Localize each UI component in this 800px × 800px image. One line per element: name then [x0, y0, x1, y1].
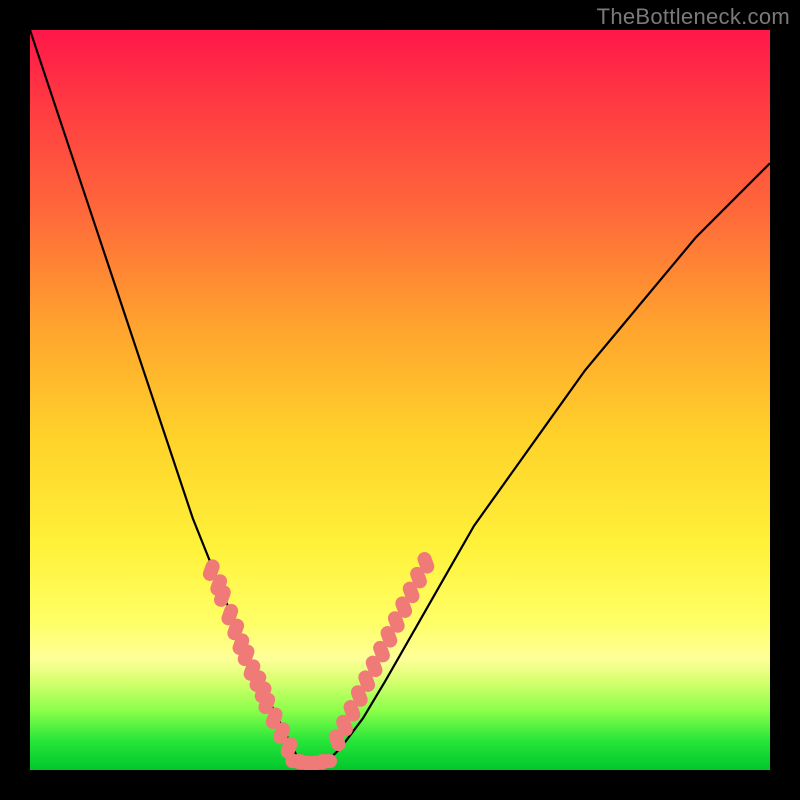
chart-stage: TheBottleneck.com: [0, 0, 800, 800]
chart-svg: [30, 30, 770, 770]
plot-area: [30, 30, 770, 770]
marker-dot: [315, 754, 337, 768]
bottleneck-curve: [30, 30, 770, 763]
watermark-text: TheBottleneck.com: [597, 4, 790, 30]
marker-group: [201, 550, 436, 770]
